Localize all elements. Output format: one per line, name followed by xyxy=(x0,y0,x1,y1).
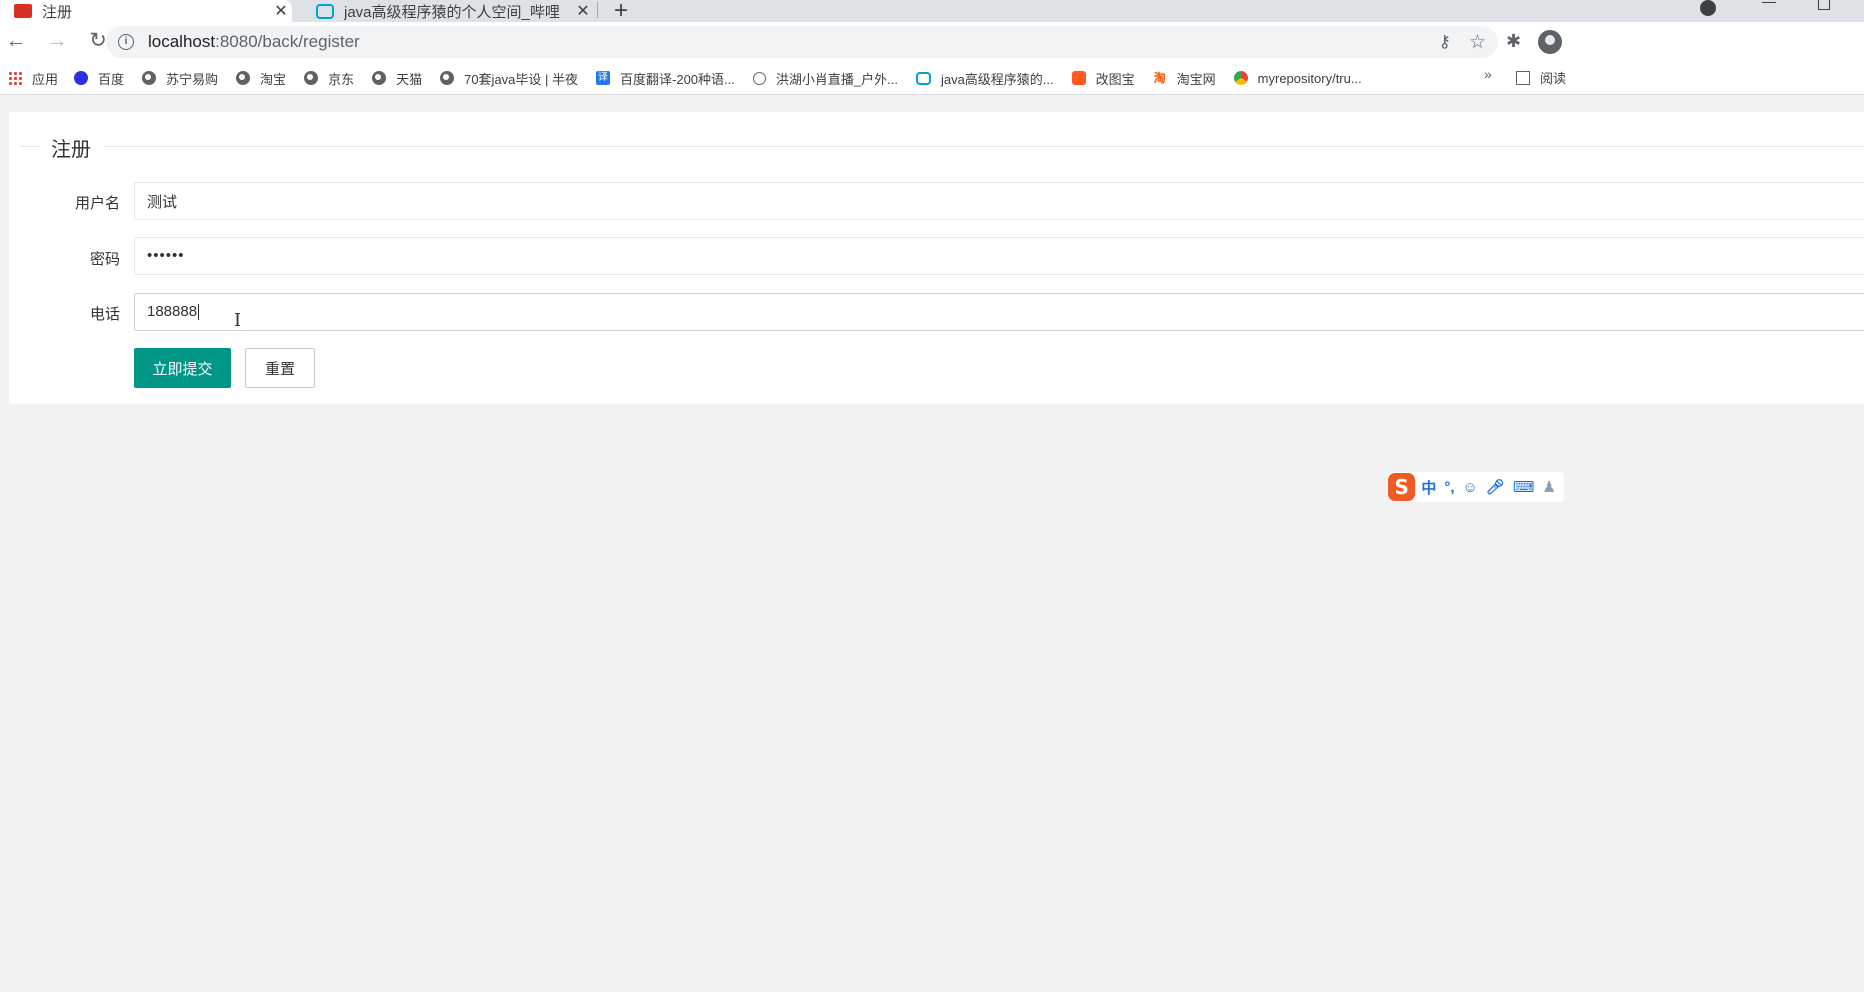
bookmark-live[interactable]: 洪湖小肖直播_户外... xyxy=(752,64,898,92)
bookmark-baidu-fanyi[interactable]: 译 百度翻译-200种语... xyxy=(596,64,735,92)
phone-input[interactable]: 188888 xyxy=(134,293,1864,331)
username-input[interactable] xyxy=(134,182,1864,220)
extensions-icon[interactable]: ✱ xyxy=(1506,31,1521,52)
sogou-logo-icon[interactable]: S xyxy=(1388,473,1416,501)
address-bar[interactable]: i localhost:8080/back/register ⚷ ☆ xyxy=(106,26,1498,58)
bookmark-suning[interactable]: 苏宁易购 xyxy=(142,64,218,92)
reading-list-button[interactable]: 阅读 xyxy=(1516,68,1566,87)
submit-button[interactable]: 立即提交 xyxy=(134,348,231,388)
profile-avatar[interactable] xyxy=(1538,30,1562,54)
reset-button[interactable]: 重置 xyxy=(245,348,315,388)
bookmark-label: 改图宝 xyxy=(1095,71,1135,87)
bookmark-gaitubao[interactable]: 改图宝 xyxy=(1071,64,1135,92)
keyboard-icon[interactable]: ⌨ xyxy=(1513,478,1535,496)
fanyi-icon: 译 xyxy=(596,71,611,85)
bookmark-label: 苏宁易购 xyxy=(166,71,219,87)
minimize-icon[interactable] xyxy=(1762,1,1776,3)
phone-label: 电话 xyxy=(89,306,120,323)
sport-icon xyxy=(752,71,766,85)
globe-icon xyxy=(142,71,157,85)
bookmark-label: 淘宝网 xyxy=(1176,71,1216,87)
bookmark-label: 天猫 xyxy=(396,71,423,87)
url-text[interactable]: localhost:8080/back/register xyxy=(148,32,1439,52)
globe-icon xyxy=(372,71,387,85)
user-icon[interactable]: ♟ xyxy=(1543,478,1556,496)
ime-punctuation-toggle[interactable]: °, xyxy=(1444,479,1454,496)
globe-icon xyxy=(440,71,455,85)
tab-strip: 注册 ✕ java高级程序猿的个人空间_哔哩 ✕ + xyxy=(0,0,1864,22)
bilibili-icon xyxy=(915,71,931,85)
legend-divider-left xyxy=(20,146,40,147)
password-input[interactable]: •••••• xyxy=(134,237,1864,275)
ime-mode-toggle[interactable]: 中 xyxy=(1421,477,1436,498)
baidu-icon xyxy=(74,71,89,85)
bookmark-taobao[interactable]: 淘宝 xyxy=(236,64,286,92)
site-info-icon[interactable]: i xyxy=(118,34,134,50)
reading-list-icon xyxy=(1516,70,1530,85)
emoji-icon[interactable]: ☺ xyxy=(1463,479,1478,496)
window-controls xyxy=(1700,0,1864,22)
tab-title: java高级程序猿的个人空间_哔哩 xyxy=(344,3,560,21)
microphone-icon[interactable]: 🎤︎ xyxy=(1486,478,1505,496)
maximize-icon[interactable] xyxy=(1818,0,1830,10)
ibeam-cursor-icon: I xyxy=(234,310,242,331)
username-label: 用户名 xyxy=(74,195,120,212)
bookmark-label: myrepository/tru... xyxy=(1257,70,1362,86)
bookmark-label: 洪湖小肖直播_户外... xyxy=(775,71,898,87)
bookmark-taobao-net[interactable]: 淘 淘宝网 xyxy=(1153,64,1216,92)
reading-list-label: 阅读 xyxy=(1540,71,1567,86)
site-favicon-icon xyxy=(14,4,32,18)
password-key-icon[interactable]: ⚷ xyxy=(1439,32,1451,52)
bookmarks-overflow-button[interactable]: » xyxy=(1484,66,1492,82)
bookmark-java-projects[interactable]: 70套java毕设 | 半夜 xyxy=(440,64,578,92)
bilibili-favicon-icon xyxy=(316,3,334,19)
bookmark-bilibili[interactable]: java高级程序猿的... xyxy=(915,64,1054,92)
bookmark-label: 70套java毕设 | 半夜 xyxy=(464,71,579,87)
tab-separator xyxy=(597,2,598,18)
url-host: localhost xyxy=(148,32,216,51)
password-label: 密码 xyxy=(89,251,120,268)
tab-title: 注册 xyxy=(42,3,73,21)
globe-icon xyxy=(304,71,319,85)
tab-register[interactable]: 注册 ✕ xyxy=(0,0,292,22)
text-caret xyxy=(198,304,200,321)
bookmark-label: 淘宝 xyxy=(260,71,287,87)
browser-toolbar: ← → ↻ i localhost:8080/back/register ⚷ ☆… xyxy=(0,22,1864,62)
bookmarks-bar: 应用 百度 苏宁易购 淘宝 京东 天猫 70套java毕设 | 半夜 译 百度翻… xyxy=(0,62,1864,95)
bookmark-label: 应用 xyxy=(32,71,59,87)
apps-icon xyxy=(8,71,22,85)
bookmark-baidu[interactable]: 百度 xyxy=(74,64,124,92)
back-button[interactable]: ← xyxy=(4,30,28,52)
gaitubao-icon xyxy=(1071,71,1086,85)
legend-divider-right xyxy=(104,146,1864,147)
chrome-icon xyxy=(1233,71,1248,85)
tab-search-icon[interactable] xyxy=(1700,0,1716,16)
bookmark-jd[interactable]: 京东 xyxy=(304,64,354,92)
url-path: :8080/back/register xyxy=(215,32,360,51)
close-tab-icon[interactable]: ✕ xyxy=(572,1,594,21)
tab-bilibili[interactable]: java高级程序猿的个人空间_哔哩 ✕ xyxy=(302,0,594,22)
bookmark-tmall[interactable]: 天猫 xyxy=(372,64,422,92)
ime-toolbar: S 中 °, ☺ 🎤︎ ⌨ ♟ xyxy=(1388,472,1564,502)
bookmark-myrepository[interactable]: myrepository/tru... xyxy=(1233,64,1362,92)
bookmark-label: 百度翻译-200种语... xyxy=(620,71,735,87)
bookmark-label: 百度 xyxy=(98,71,125,87)
bookmark-label: 京东 xyxy=(328,71,355,87)
forward-button[interactable]: → xyxy=(45,30,69,52)
form-legend: 注册 xyxy=(51,139,91,161)
phone-value: 188888 xyxy=(147,303,198,320)
bookmark-star-icon[interactable]: ☆ xyxy=(1469,31,1486,54)
close-tab-icon[interactable]: ✕ xyxy=(270,1,292,21)
taobao-icon: 淘 xyxy=(1153,71,1166,85)
bookmark-apps[interactable]: 应用 xyxy=(8,64,58,92)
new-tab-button[interactable]: + xyxy=(614,0,628,22)
globe-icon xyxy=(236,71,251,85)
bookmark-label: java高级程序猿的... xyxy=(940,71,1054,87)
